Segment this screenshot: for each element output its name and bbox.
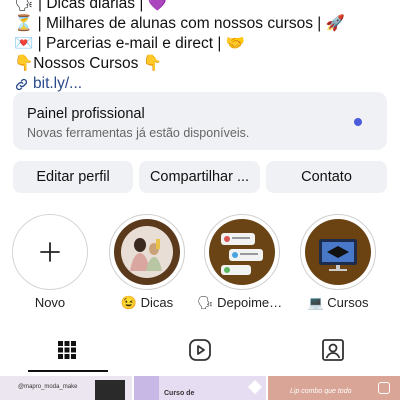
highlight-cursos[interactable]: 💻 Cursos — [293, 214, 383, 311]
highlight-new[interactable]: Novo — [5, 214, 95, 310]
highlight-cover-image — [114, 219, 180, 285]
highlight-depoimentos[interactable]: 🗣 Depoiment... — [197, 214, 287, 311]
profile-action-buttons: Editar perfil Compartilhar ... Contato — [13, 161, 387, 193]
bio-line-3: 💌 | Parcerias e-mail e direct | 🤝 — [14, 35, 245, 52]
bio-line-4: 👇Nossos Cursos 👇 — [14, 55, 162, 72]
profile-bio: 🗣 | Dicas diárias | 💜 ⏳ | Milhares de al… — [14, 0, 394, 94]
pro-panel-title: Painel profissional — [27, 106, 145, 122]
grid-icon — [57, 341, 76, 359]
contact-button[interactable]: Contato — [266, 161, 387, 193]
tab-tagged[interactable] — [266, 328, 399, 372]
post-thumbnail[interactable]: Lip combo que todo — [268, 376, 400, 400]
link-icon — [15, 78, 28, 90]
share-profile-button[interactable]: Compartilhar ... — [139, 161, 260, 193]
pin-icon — [247, 379, 263, 395]
profile-tabs — [0, 328, 400, 372]
pro-panel-subtitle: Novas ferramentas já estão disponíveis. — [27, 126, 250, 140]
highlight-label: Novo — [34, 295, 66, 310]
tab-posts-grid[interactable] — [0, 328, 133, 372]
bio-link-text[interactable]: bit.ly/... — [33, 74, 82, 94]
edit-profile-button[interactable]: Editar perfil — [13, 161, 133, 193]
highlight-label: 🗣 Depoiment... — [197, 295, 287, 310]
bio-link[interactable]: bit.ly/... — [14, 74, 394, 94]
post-label: Lip combo que todo — [290, 388, 352, 395]
active-tab-indicator — [28, 370, 108, 372]
post-thumbnail[interactable]: @mapro_moda_make — [0, 376, 132, 400]
reels-icon — [188, 339, 211, 361]
post-label: Curso de — [164, 390, 195, 397]
notification-dot — [354, 118, 362, 126]
tab-reels[interactable] — [133, 328, 266, 372]
highlight-cover-image — [305, 219, 371, 285]
plus-icon[interactable] — [12, 214, 88, 290]
post-label: @mapro_moda_make — [18, 384, 78, 390]
tagged-icon — [321, 339, 344, 361]
posts-grid: @mapro_moda_make Curso de Lip combo que … — [0, 376, 400, 400]
bio-line-2: ⏳ | Milhares de alunas com nossos cursos… — [14, 15, 345, 32]
highlight-cover-image — [209, 219, 275, 285]
story-highlights: Novo 😉 Dicas 🗣 Depoiment... 💻 Cursos — [0, 214, 400, 314]
highlight-label: 💻 Cursos — [307, 295, 369, 310]
bio-line-1: 🗣 | Dicas diárias | 💜 — [14, 0, 167, 12]
highlight-dicas[interactable]: 😉 Dicas — [102, 214, 192, 311]
professional-dashboard-panel[interactable]: Painel profissional Novas ferramentas já… — [13, 92, 387, 150]
highlight-label: 😉 Dicas — [120, 295, 174, 310]
reel-icon — [378, 382, 390, 394]
post-thumbnail[interactable]: Curso de — [134, 376, 266, 400]
